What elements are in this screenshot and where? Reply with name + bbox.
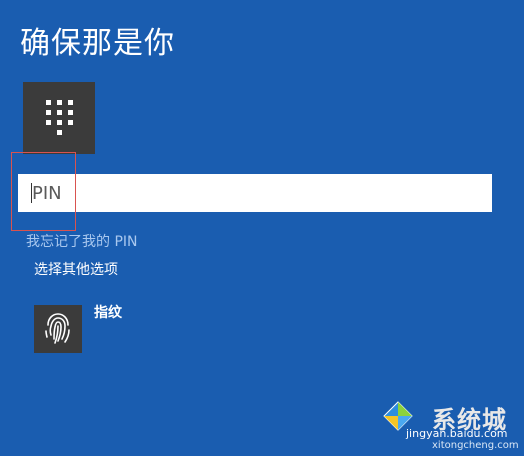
pin-keypad-icon	[46, 100, 73, 135]
watermark-site: jingyan.baidu.com	[406, 427, 508, 440]
fingerprint-icon	[45, 313, 70, 344]
fingerprint-option-label: 指纹	[94, 305, 122, 321]
pin-input[interactable]	[18, 174, 492, 212]
text-caret	[31, 183, 32, 203]
watermark-sub: xitongcheng.com	[432, 440, 519, 451]
fingerprint-option-button[interactable]	[34, 305, 82, 353]
forgot-pin-link[interactable]: 我忘记了我的 PIN	[26, 231, 138, 251]
other-options-link[interactable]: 选择其他选项	[34, 259, 118, 279]
pin-keypad-tile	[23, 82, 95, 154]
page-title: 确保那是你	[20, 26, 175, 61]
